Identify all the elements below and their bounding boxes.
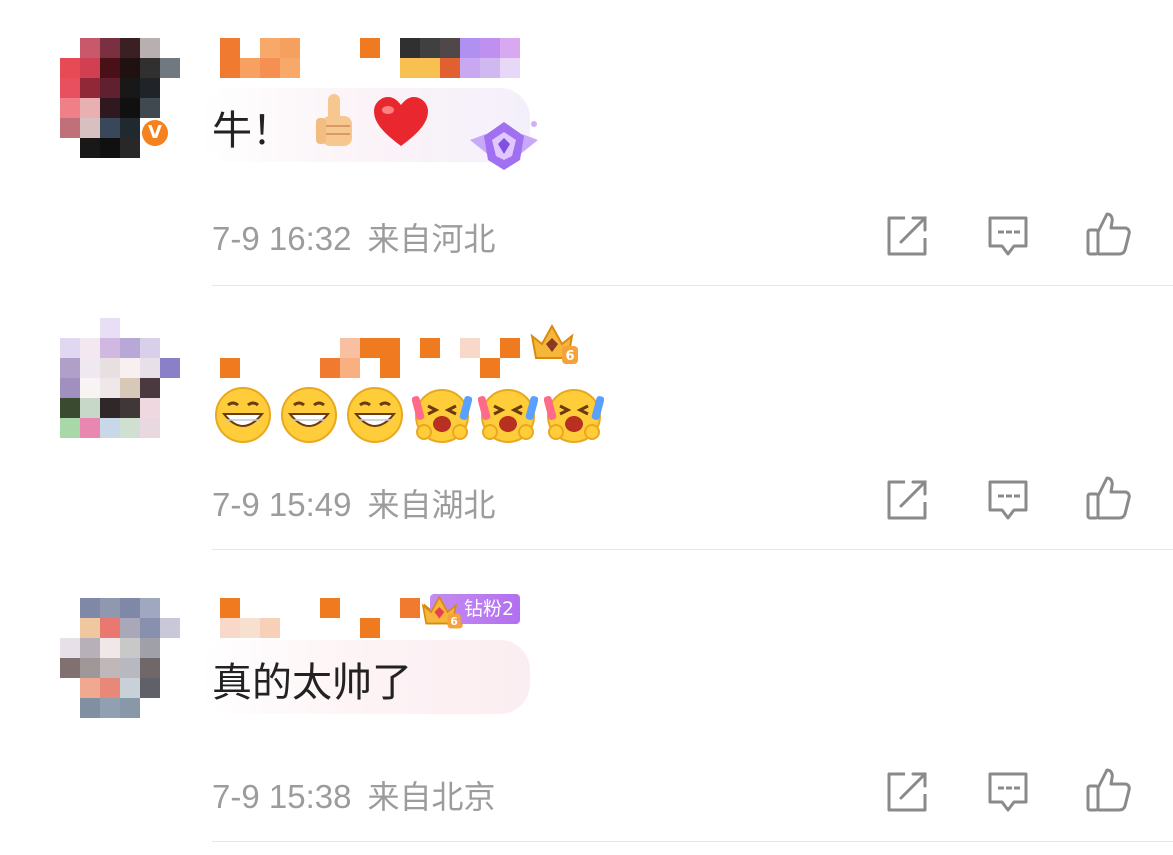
purple-diamond-wing-badge bbox=[470, 121, 538, 170]
share-icon[interactable] bbox=[883, 212, 931, 260]
comment-time: 7-9 15:49 bbox=[212, 486, 352, 523]
avatar[interactable] bbox=[60, 318, 180, 438]
laughing-cheer-emoji bbox=[412, 389, 472, 443]
avatar[interactable] bbox=[60, 598, 180, 718]
thumbs-up-emoji bbox=[316, 94, 352, 146]
like-icon[interactable] bbox=[1085, 474, 1133, 522]
like-icon[interactable] bbox=[1085, 210, 1133, 258]
comment-location: 来自北京 bbox=[367, 778, 496, 816]
username-masked[interactable] bbox=[220, 38, 540, 78]
comment-time: 7-9 15:38 bbox=[212, 778, 352, 815]
comment-location: 来自河北 bbox=[367, 220, 496, 258]
comment-text: 真的太帅了 bbox=[212, 660, 412, 706]
username-masked[interactable] bbox=[220, 338, 540, 378]
share-icon[interactable] bbox=[883, 476, 931, 524]
comment-item: V 牛！ 7-9 16:32 来自河北 bbox=[0, 0, 1173, 286]
svg-text:6: 6 bbox=[565, 349, 574, 364]
avatar[interactable]: V bbox=[60, 38, 180, 158]
grinning-face-emoji bbox=[281, 387, 337, 443]
red-heart-emoji bbox=[374, 97, 428, 146]
share-icon[interactable] bbox=[883, 768, 931, 816]
like-icon[interactable] bbox=[1085, 766, 1133, 814]
comment-meta: 7-9 16:32 来自河北 bbox=[212, 214, 495, 260]
comment-meta: 7-9 15:49 来自湖北 bbox=[212, 480, 495, 526]
laughing-cheer-emoji bbox=[478, 389, 538, 443]
comment-item: 6 钻粉2 6 真的太帅了 7-9 15:38来自北京 bbox=[0, 550, 1173, 855]
comment-item: 6 7-9 15:49 来自湖北 bbox=[0, 286, 1173, 550]
crown-level-6-badge-overlay: 6 bbox=[421, 595, 461, 629]
emoji-row bbox=[214, 386, 614, 446]
divider bbox=[212, 841, 1173, 842]
verified-v-badge: V bbox=[142, 120, 168, 146]
comment-meta: 7-9 15:38 来自北京 bbox=[212, 772, 495, 818]
reply-icon[interactable] bbox=[984, 768, 1032, 816]
comment-location: 来自湖北 bbox=[367, 486, 496, 524]
crown-level-6-badge: 6 bbox=[530, 323, 578, 364]
svg-text:6: 6 bbox=[450, 615, 457, 628]
grinning-face-emoji bbox=[215, 387, 271, 443]
reply-icon[interactable] bbox=[984, 476, 1032, 524]
comment-text: 牛！ bbox=[212, 108, 292, 154]
comment-time: 7-9 16:32 bbox=[212, 220, 352, 257]
reply-icon[interactable] bbox=[984, 212, 1032, 260]
laughing-cheer-emoji bbox=[544, 389, 604, 443]
grinning-face-emoji bbox=[347, 387, 403, 443]
